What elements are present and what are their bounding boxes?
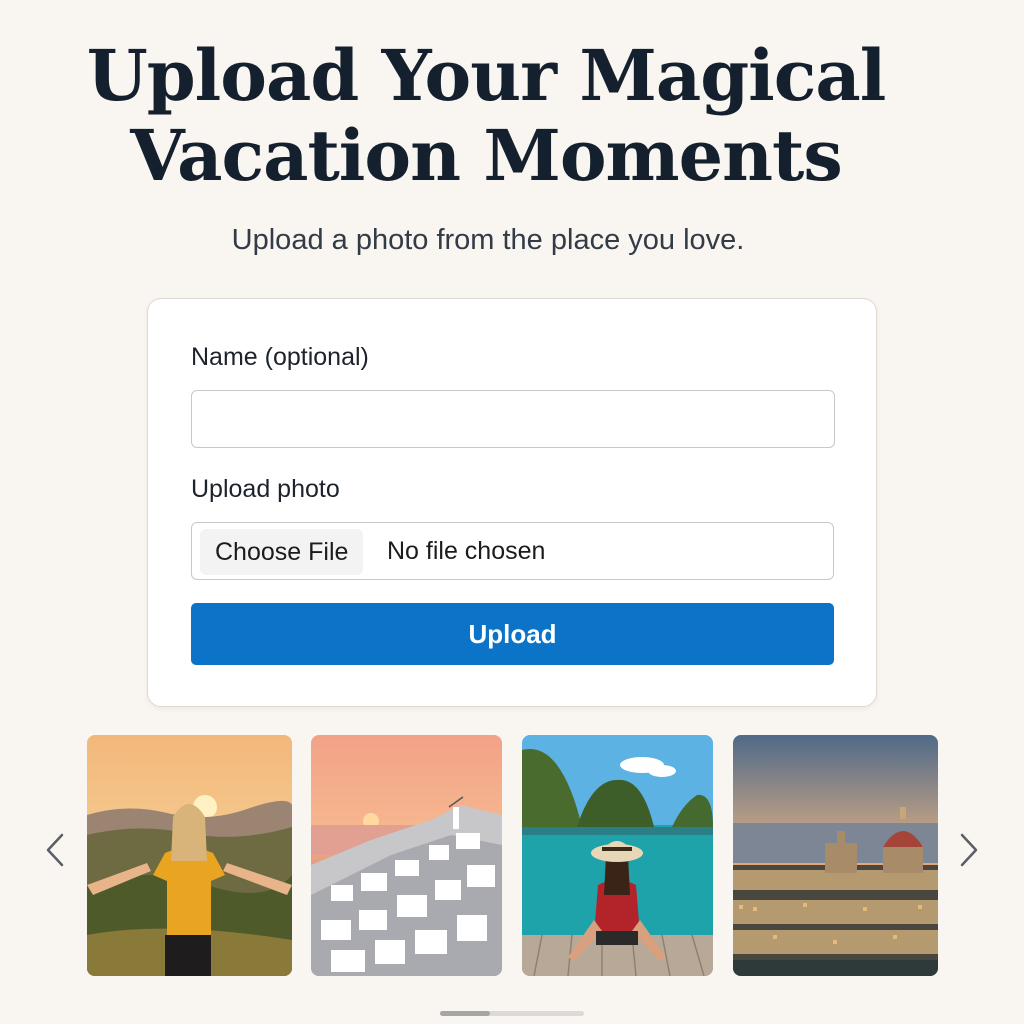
carousel-scrollbar[interactable]	[440, 1011, 584, 1016]
carousel-scrollbar-thumb[interactable]	[440, 1011, 490, 1016]
file-status-text: No file chosen	[387, 537, 546, 565]
gallery-photo-cliff-village[interactable]	[311, 735, 502, 976]
dome-city-image	[733, 735, 938, 976]
name-input[interactable]	[191, 390, 835, 448]
page-title: Upload Your Magical Vacation Moments	[0, 36, 972, 196]
page-subtitle: Upload a photo from the place you love.	[231, 224, 745, 256]
gallery-photo-sunset-hills[interactable]	[87, 735, 292, 976]
upload-form-card: Name (optional) Upload photo Choose File…	[147, 298, 877, 707]
photo-label: Upload photo	[191, 475, 340, 503]
gallery-photo-lagoon-dock[interactable]	[522, 735, 713, 976]
page-title-line-2: Vacation Moments	[130, 114, 843, 197]
upload-button[interactable]: Upload	[191, 603, 834, 665]
chevron-left-icon	[46, 833, 64, 867]
file-input[interactable]: Choose File No file chosen	[191, 522, 834, 580]
name-label: Name (optional)	[191, 343, 369, 371]
carousel-next-button[interactable]	[954, 830, 984, 870]
lagoon-dock-image	[522, 735, 713, 976]
gallery-photo-dome-city[interactable]	[733, 735, 938, 976]
page-title-line-1: Upload Your Magical	[86, 34, 887, 117]
choose-file-button[interactable]: Choose File	[200, 529, 364, 575]
carousel-prev-button[interactable]	[40, 830, 70, 870]
chevron-right-icon	[960, 833, 978, 867]
sunset-hills-image	[87, 735, 292, 976]
cliff-village-image	[311, 735, 502, 976]
